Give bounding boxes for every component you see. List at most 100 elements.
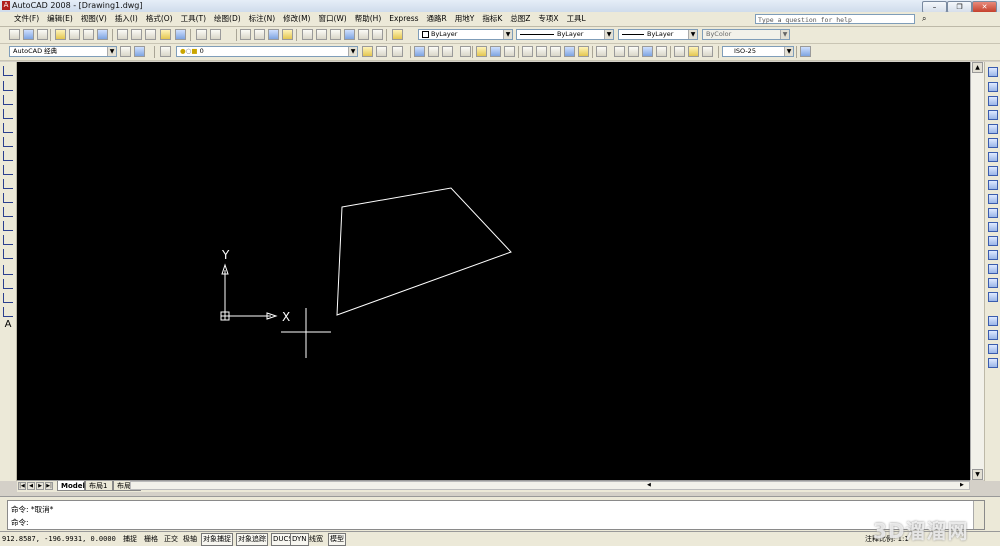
draw-tool-icon[interactable]: [3, 193, 13, 203]
draw-tool-icon[interactable]: [3, 109, 13, 119]
menu-item[interactable]: 通路R: [423, 14, 451, 24]
next-tab-icon[interactable]: ▶: [36, 482, 44, 490]
horizontal-scrollbar[interactable]: ◀ ▶: [130, 481, 970, 490]
status-toggle-button[interactable]: 捕捉: [121, 533, 139, 546]
modify-tool-icon[interactable]: [988, 67, 998, 77]
status-toggle-button[interactable]: 正交: [162, 533, 180, 546]
menu-item[interactable]: 文件(F): [10, 14, 43, 24]
menu-item[interactable]: 视图(V): [77, 14, 111, 24]
toolbar-tool-icon[interactable]: [550, 46, 561, 57]
scroll-left-icon[interactable]: ◀: [647, 482, 651, 489]
toolbar-tool-icon[interactable]: [628, 46, 639, 57]
standard-tool-icon[interactable]: [358, 29, 369, 40]
standard-tool-icon[interactable]: [131, 29, 142, 40]
modify-tool-icon[interactable]: [988, 180, 998, 190]
standard-tool-icon[interactable]: [392, 29, 403, 40]
toolbar-tool-icon[interactable]: [442, 46, 453, 57]
status-toggle-button[interactable]: 模型: [328, 533, 346, 546]
toolbar-tool-icon[interactable]: [564, 46, 575, 57]
multiline-text-icon[interactable]: A: [3, 320, 13, 330]
polyline-quadrilateral[interactable]: [336, 187, 512, 316]
draw-tool-icon[interactable]: [3, 151, 13, 161]
layer-control-select[interactable]: ●○■ 0 ▼: [176, 46, 358, 57]
standard-tool-icon[interactable]: [302, 29, 313, 40]
modify-tool-icon[interactable]: [988, 316, 998, 326]
standard-tool-icon[interactable]: [145, 29, 156, 40]
draw-tool-icon[interactable]: [3, 165, 13, 175]
modify-tool-icon[interactable]: [988, 250, 998, 260]
standard-tool-icon[interactable]: [240, 29, 251, 40]
menu-item[interactable]: 标注(N): [245, 14, 279, 24]
scroll-down-icon[interactable]: ▼: [972, 469, 983, 480]
status-toggle-button[interactable]: DYN: [290, 533, 309, 546]
command-scrollbar[interactable]: [973, 501, 984, 529]
modify-tool-icon[interactable]: [988, 278, 998, 288]
status-toggle-button[interactable]: 极轴: [181, 533, 199, 546]
prev-tab-icon[interactable]: ◀: [27, 482, 35, 490]
modify-tool-icon[interactable]: [988, 358, 998, 368]
menu-item[interactable]: 窗口(W): [314, 14, 350, 24]
modify-tool-icon[interactable]: [988, 138, 998, 148]
draw-tool-icon[interactable]: [3, 207, 13, 217]
menu-item[interactable]: 插入(I): [111, 14, 142, 24]
standard-tool-icon[interactable]: [330, 29, 341, 40]
modify-tool-icon[interactable]: [988, 82, 998, 92]
toolbar-tool-icon[interactable]: [578, 46, 589, 57]
standard-tool-icon[interactable]: [69, 29, 80, 40]
toolbar-tool-icon[interactable]: [642, 46, 653, 57]
menu-item[interactable]: 编辑(E): [43, 14, 77, 24]
toolbar-tool-icon[interactable]: [688, 46, 699, 57]
last-tab-icon[interactable]: ▶|: [45, 482, 53, 490]
standard-tool-icon[interactable]: [97, 29, 108, 40]
menu-item[interactable]: 总图Z: [506, 14, 534, 24]
modify-tool-icon[interactable]: [988, 236, 998, 246]
first-tab-icon[interactable]: |◀: [18, 482, 26, 490]
toolbar-tool-icon[interactable]: [490, 46, 501, 57]
draw-tool-icon[interactable]: [3, 179, 13, 189]
standard-tool-icon[interactable]: [23, 29, 34, 40]
toolbar-tool-icon[interactable]: [414, 46, 425, 57]
modify-tool-icon[interactable]: [988, 166, 998, 176]
standard-tool-icon[interactable]: [344, 29, 355, 40]
workspace-select[interactable]: AutoCAD 经典 ▼: [9, 46, 117, 57]
toolbar-tool-icon[interactable]: [536, 46, 547, 57]
modify-tool-icon[interactable]: [988, 292, 998, 302]
toolbar-tool-icon[interactable]: [596, 46, 607, 57]
standard-tool-icon[interactable]: [9, 29, 20, 40]
toolbar-tool-icon[interactable]: [460, 46, 471, 57]
standard-tool-icon[interactable]: [268, 29, 279, 40]
draw-tool-icon[interactable]: [3, 123, 13, 133]
menu-item[interactable]: 工具(T): [177, 14, 210, 24]
draw-tool-icon[interactable]: [3, 293, 13, 303]
draw-tool-icon[interactable]: [3, 249, 13, 259]
search-icon[interactable]: ⌕: [922, 14, 926, 24]
menu-item[interactable]: 指标K: [478, 14, 506, 24]
draw-tool-icon[interactable]: [3, 95, 13, 105]
standard-tool-icon[interactable]: [210, 29, 221, 40]
standard-tool-icon[interactable]: [175, 29, 186, 40]
drawing-canvas[interactable]: Y X: [17, 62, 970, 480]
standard-tool-icon[interactable]: [117, 29, 128, 40]
menu-item[interactable]: 帮助(H): [351, 14, 386, 24]
toolbar-tool-icon[interactable]: [674, 46, 685, 57]
standard-tool-icon[interactable]: [37, 29, 48, 40]
standard-tool-icon[interactable]: [372, 29, 383, 40]
draw-tool-icon[interactable]: [3, 66, 13, 76]
status-toggle-button[interactable]: 栅格: [142, 533, 160, 546]
autocad-app-icon[interactable]: A: [2, 1, 10, 10]
plot-style-control-select[interactable]: ByColor ▼: [702, 29, 790, 40]
vertical-scrollbar[interactable]: ▲ ▼: [970, 62, 984, 480]
modify-tool-icon[interactable]: [988, 208, 998, 218]
status-toggle-button[interactable]: 对象捕捉: [201, 533, 233, 546]
modify-tool-icon[interactable]: [988, 124, 998, 134]
draw-tool-icon[interactable]: [3, 221, 13, 231]
color-control-select[interactable]: ByLayer ▼: [418, 29, 513, 40]
modify-tool-icon[interactable]: [988, 152, 998, 162]
toolbar-tool-icon[interactable]: [800, 46, 811, 57]
standard-tool-icon[interactable]: [316, 29, 327, 40]
layout-tab[interactable]: 布局1: [85, 481, 113, 491]
menu-item[interactable]: 绘图(D): [210, 14, 245, 24]
draw-tool-icon[interactable]: [3, 307, 13, 317]
dimension-style-select[interactable]: ISO-25 ▼: [722, 46, 794, 57]
layout-tab[interactable]: Model: [57, 481, 85, 491]
